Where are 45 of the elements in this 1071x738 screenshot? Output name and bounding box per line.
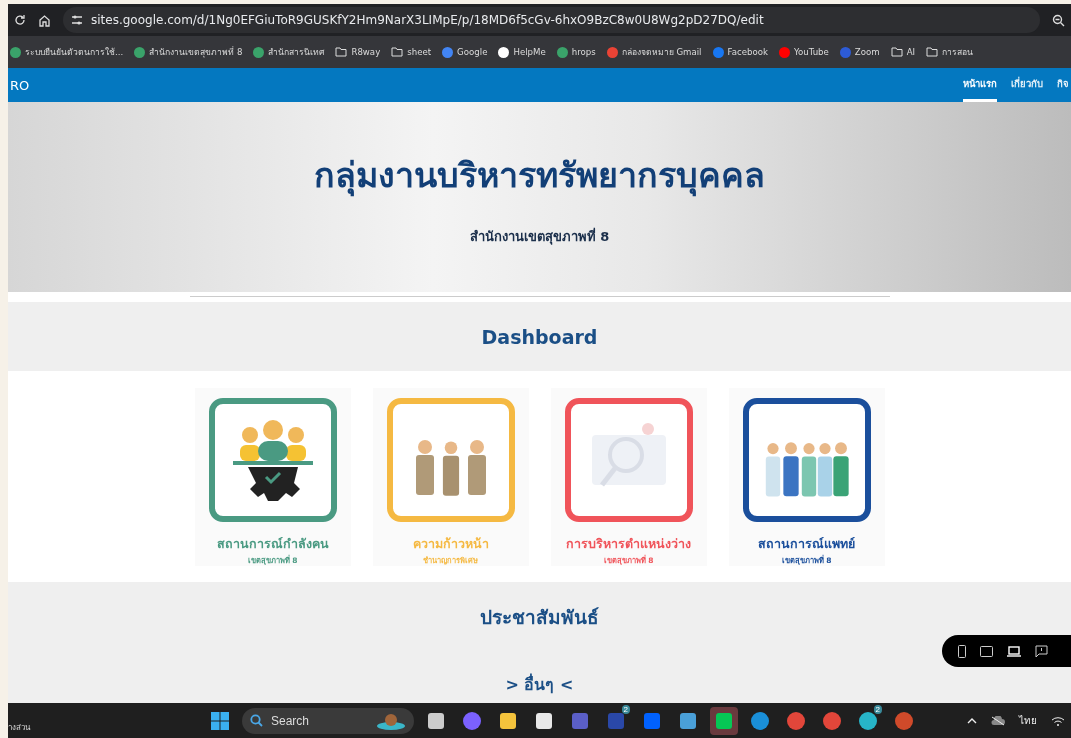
url-text: sites.google.com/d/1Ng0EFGiuToR9GUSKfY2Hm9NarX3LIMpE/p/18MD6f5cGv-6hxO9BzC8w0U8Wg2pD27DQ/edit	[91, 13, 764, 27]
bookmark-link[interactable]: สำนักงานเขตสุขภาพที่ 8	[134, 45, 243, 59]
bookmark-link[interactable]: HelpMe	[498, 46, 546, 58]
nav-tab[interactable]: กิจ	[1057, 68, 1069, 102]
zoom-out-icon[interactable]	[1052, 13, 1065, 27]
taskbar-app-button[interactable]: 2	[602, 706, 630, 735]
bookmark-link[interactable]: Zoom	[839, 46, 880, 58]
bookmark-link[interactable]: hrops	[556, 46, 596, 58]
bookmark-link[interactable]: การสอน	[926, 45, 974, 59]
bookmark-link[interactable]: sheet	[391, 47, 432, 57]
window-text: างส่วน	[8, 722, 30, 734]
section-heading: ประชาสัมพันธ์	[480, 605, 599, 630]
site-logo[interactable]: RO	[10, 77, 30, 93]
language-indicator[interactable]: ไทย	[1019, 713, 1037, 728]
more-link[interactable]: > อื่นๆ <	[505, 672, 574, 697]
taskbar-app-button[interactable]	[710, 706, 738, 735]
taskbar-app-button[interactable]: 2	[854, 706, 882, 735]
search-input[interactable]: Search	[269, 712, 370, 729]
phone-icon[interactable]	[958, 644, 966, 658]
cloud-off-icon[interactable]	[991, 715, 1005, 726]
feedback-icon[interactable]	[1035, 644, 1048, 658]
bookmark-link[interactable]: AI	[890, 47, 916, 57]
reload-icon[interactable]	[14, 14, 26, 26]
bookmark-link[interactable]: Facebook	[712, 46, 768, 58]
tablet-icon[interactable]	[980, 645, 993, 657]
bookmark-link[interactable]: ระบบยืนยันตัวตนการใช้...	[10, 45, 124, 59]
laptop-icon[interactable]	[1007, 645, 1021, 657]
taskbar-search-field[interactable]: Search	[242, 707, 414, 734]
address-bar[interactable]: sites.google.com/d/1Ng0EFGiuToR9GUSKfY2Hm9NarX3LIMpE/p/18MD6f5cGv-6hxO9BzC8w0U8Wg2pD27DQ/edit	[63, 7, 1040, 33]
home-icon[interactable]	[38, 13, 51, 27]
bookmark-link[interactable]: YouTube	[778, 46, 829, 58]
nav-tab[interactable]: เกี่ยวกับ	[1011, 68, 1043, 102]
bookmark-link[interactable]: R8way	[335, 47, 381, 57]
search-icon	[250, 714, 263, 727]
hero-subtitle: สำนักงานเขตสุขภาพที่ 8	[469, 226, 610, 247]
bookmark-link[interactable]: กล่องจดหมาย Gmail	[606, 45, 702, 59]
hero-title: กลุ่มงานบริหารทรัพยากรบุคคล	[314, 153, 765, 199]
bookmark-link[interactable]: Google	[442, 46, 488, 58]
notification-badge: 2	[873, 704, 882, 714]
chevron-up-icon[interactable]	[967, 717, 977, 724]
bookmark-link[interactable]: สำนักสารนิเทศ	[253, 45, 325, 59]
wifi-icon[interactable]	[1051, 715, 1065, 726]
site-settings-icon[interactable]	[71, 15, 83, 25]
notification-badge: 2	[621, 704, 630, 714]
section-heading: Dashboard	[481, 325, 598, 348]
